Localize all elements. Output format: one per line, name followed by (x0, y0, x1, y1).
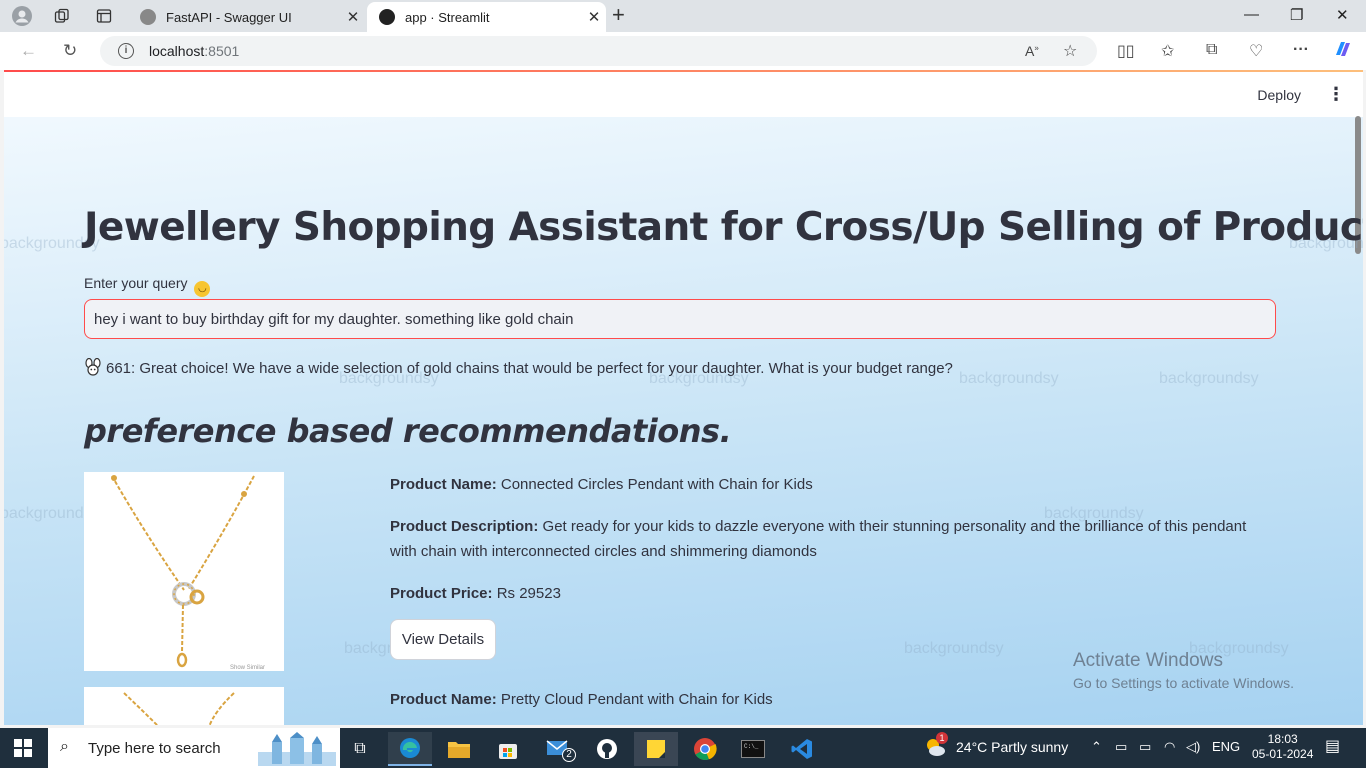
url-text: localhost:8501 (149, 43, 240, 59)
close-window-icon[interactable]: ✕ (1336, 6, 1349, 24)
profile-icon[interactable] (11, 5, 33, 27)
streamlit-crown-icon (379, 9, 395, 25)
battery-icon[interactable]: ▭ (1139, 739, 1151, 755)
browser-tab-strip: FastAPI - Swagger UI ✕ app · Streamlit ✕… (0, 0, 1366, 32)
product-description-label: Product Description: (390, 518, 539, 535)
product-name-value: Pretty Cloud Pendant with Chain for Kids (500, 691, 773, 708)
product-name-label: Product Name: (390, 476, 497, 493)
edge-icon[interactable] (388, 732, 432, 766)
browser-essentials-icon[interactable]: ♡ (1249, 41, 1263, 61)
search-highlight-icon (258, 732, 336, 766)
response-text: 661: Great choice! We have a wide select… (106, 360, 953, 377)
split-screen-icon[interactable]: ▯▯ (1117, 41, 1135, 61)
info-icon[interactable]: i (118, 43, 134, 59)
new-tab-icon[interactable]: + (612, 4, 625, 26)
mail-icon[interactable]: 2 (537, 732, 581, 766)
search-placeholder: Type here to search (88, 740, 221, 757)
refresh-icon[interactable]: ↻ (63, 41, 77, 61)
more-icon[interactable]: ··· (1293, 41, 1309, 59)
language-indicator[interactable]: ENG (1212, 739, 1240, 754)
product-description: Product Description: Get ready for your … (390, 514, 1270, 564)
grinning-face-icon: ◡ (194, 281, 211, 297)
streamlit-header: Deploy ⋮ (4, 72, 1363, 117)
watermark: backgroundsy (904, 640, 1004, 657)
tab-title: app · Streamlit (405, 9, 490, 25)
tab-actions-icon[interactable] (93, 5, 115, 27)
file-explorer-icon[interactable] (437, 732, 481, 766)
product-name-value: Connected Circles Pendant with Chain for… (500, 476, 813, 493)
address-bar[interactable]: i localhost:8501 A» ☆ (100, 36, 1097, 66)
activate-windows-watermark: Activate Windows Go to Settings to activ… (1073, 650, 1294, 691)
workspaces-icon[interactable] (51, 5, 73, 27)
query-label: Enter your query ◡ (84, 275, 211, 297)
close-icon[interactable]: ✕ (582, 8, 606, 26)
product-price-value: Rs 29523 (496, 585, 561, 602)
taskbar-clock[interactable]: 18:03 05-01-2024 (1252, 732, 1313, 762)
notifications-icon[interactable]: ▤ (1325, 736, 1340, 756)
back-arrow-icon[interactable]: ← (20, 41, 37, 61)
restore-icon[interactable]: ❐ (1290, 6, 1303, 24)
weather-text[interactable]: 24°C Partly sunny (956, 739, 1068, 755)
activate-title: Activate Windows (1073, 650, 1223, 671)
favorites-icon[interactable]: ✩ (1161, 41, 1174, 61)
weather-icon[interactable]: 1 (924, 732, 948, 758)
windows-start-icon[interactable] (14, 739, 32, 757)
activate-subtitle: Go to Settings to activate Windows. (1073, 675, 1294, 691)
tab-swagger[interactable]: FastAPI - Swagger UI ✕ (128, 2, 365, 32)
product-name-label: Product Name: (390, 691, 497, 708)
chrome-icon[interactable] (683, 732, 727, 766)
clock-date: 05-01-2024 (1252, 747, 1314, 761)
view-details-button[interactable]: View Details (390, 619, 496, 660)
clock-time: 18:03 (1267, 732, 1298, 746)
sticky-notes-icon[interactable] (634, 732, 678, 766)
image-caption: Show Similar (230, 665, 265, 671)
assistant-response: 661: Great choice! We have a wide select… (84, 358, 953, 377)
volume-icon[interactable]: ◁) (1186, 739, 1200, 755)
globe-icon (140, 9, 156, 25)
vscode-icon[interactable] (780, 732, 824, 766)
bot-avatar-icon (85, 358, 101, 376)
tab-streamlit[interactable]: app · Streamlit ✕ (367, 2, 606, 32)
close-icon[interactable]: ✕ (341, 8, 365, 26)
task-view-icon[interactable]: ⧉ (338, 732, 382, 766)
weather-badge: 1 (936, 732, 948, 744)
query-input[interactable] (84, 299, 1276, 339)
favorite-star-icon[interactable]: ☆ (1063, 41, 1077, 61)
search-icon: ⌕ (60, 738, 69, 755)
product-price: Product Price: Rs 29523 (390, 581, 561, 606)
taskbar-search-box[interactable]: ⌕ Type here to search (48, 728, 340, 768)
product-name: Product Name: Connected Circles Pendant … (390, 472, 813, 497)
meet-now-icon[interactable]: ▭ (1115, 739, 1127, 755)
taskbar: ⌕ Type here to search ⧉ 2 C:\_ 1 24°C Pa… (0, 728, 1366, 768)
github-icon[interactable] (585, 732, 629, 766)
product-image: Show Similar (84, 472, 284, 671)
copilot-icon[interactable] (1332, 38, 1354, 65)
streamlit-app: Deploy ⋮ backgroundsy backgroundsy backg… (4, 70, 1363, 725)
minimize-icon[interactable]: — (1244, 6, 1259, 23)
collections-icon[interactable]: ⧉ (1206, 41, 1217, 59)
watermark: backgroundsy (1159, 370, 1259, 387)
svg-text:C:\_: C:\_ (744, 743, 759, 750)
terminal-icon[interactable]: C:\_ (731, 732, 775, 766)
page-title: Jewellery Shopping Assistant for Cross/U… (84, 205, 1363, 250)
store-icon[interactable] (486, 732, 530, 766)
product-image (84, 687, 284, 725)
watermark: backgroundsy (959, 370, 1059, 387)
mail-badge: 2 (562, 748, 576, 762)
tab-title: FastAPI - Swagger UI (166, 9, 292, 25)
deploy-button[interactable]: Deploy (1257, 87, 1301, 103)
product-name: Product Name: Pretty Cloud Pendant with … (390, 687, 773, 712)
chevron-up-icon[interactable]: ⌃ (1091, 739, 1102, 755)
main-menu-icon[interactable]: ⋮ (1327, 84, 1345, 105)
recommendations-heading: preference based recommendations. (84, 412, 732, 450)
product-price-label: Product Price: (390, 585, 493, 602)
wifi-icon[interactable]: ◠ (1164, 739, 1175, 755)
query-label-text: Enter your query (84, 275, 188, 291)
browser-toolbar: ← ↻ i localhost:8501 A» ☆ ▯▯ ✩ ⧉ ♡ ··· (0, 32, 1366, 70)
read-aloud-icon[interactable]: A» (1025, 43, 1039, 59)
